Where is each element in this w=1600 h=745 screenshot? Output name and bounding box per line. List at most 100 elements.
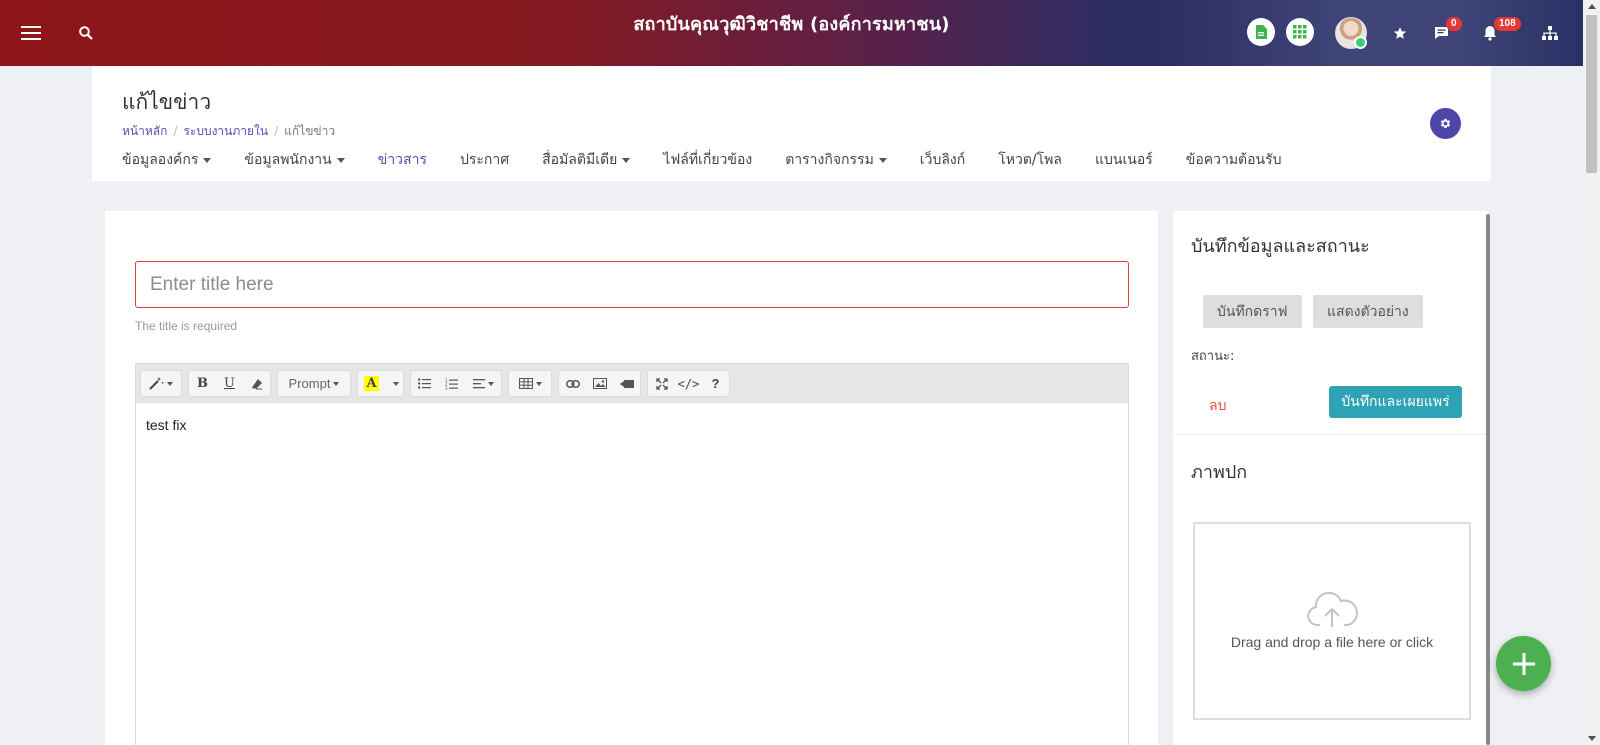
magic-wand-style-button[interactable]: [141, 371, 181, 396]
nav-item-banner[interactable]: แบนเนอร์: [1095, 149, 1153, 171]
chevron-down-icon: [392, 381, 399, 386]
toolbar-group-insert: [558, 370, 641, 397]
sidebar-scrollbar[interactable]: [1486, 214, 1490, 745]
delete-link[interactable]: ลบ: [1209, 395, 1226, 417]
title-required-message: The title is required: [135, 319, 238, 333]
nav-item-news[interactable]: ข่าวสาร: [378, 149, 427, 171]
nav-item-multimedia[interactable]: สื่อมัลติมีเดีย: [542, 149, 631, 171]
eraser-icon: [251, 378, 262, 389]
editor-toolbar: B U Prompt A 123 </> ?: [136, 364, 1128, 403]
align-left-icon: [472, 378, 485, 388]
section-nav: ข้อมูลองค์กร ข้อมูลพนักงาน ข่าวสาร ประกา…: [122, 149, 1282, 171]
news-editor-card: The title is required B U Prompt: [105, 211, 1158, 745]
notification-badge: 108: [1494, 17, 1521, 31]
ordered-list-button[interactable]: 123: [438, 371, 465, 396]
paragraph-align-dropdown[interactable]: [465, 371, 501, 396]
save-draft-button[interactable]: บันทึกดราฟ: [1203, 295, 1302, 328]
code-view-button[interactable]: </>: [675, 371, 702, 396]
fullscreen-button[interactable]: [648, 371, 675, 396]
insert-link-button[interactable]: [559, 371, 586, 396]
nav-item-vote-poll[interactable]: โหวต/โพล: [998, 149, 1062, 171]
video-icon: [619, 379, 634, 388]
chevron-down-icon: [336, 157, 345, 163]
nav-item-activity-schedule[interactable]: ตารางกิจกรรม: [785, 149, 887, 171]
toolbar-group-table: [508, 370, 552, 397]
chevron-down-icon: [487, 381, 494, 386]
chevron-down-icon: [878, 157, 887, 163]
font-family-dropdown[interactable]: Prompt: [278, 371, 350, 396]
text-color-button[interactable]: A: [358, 371, 385, 396]
apps-grid-icon[interactable]: [1286, 18, 1314, 46]
nav-item-employees[interactable]: ข้อมูลพนักงาน: [244, 149, 345, 171]
status-label: สถานะ:: [1191, 349, 1235, 364]
unordered-list-button[interactable]: [411, 371, 438, 396]
scroll-up-arrow-icon[interactable]: [1588, 4, 1596, 9]
table-dropdown-button[interactable]: [509, 371, 551, 396]
cover-image-title: ภาพปก: [1191, 462, 1248, 483]
settings-gear-button[interactable]: [1430, 108, 1461, 139]
preview-button[interactable]: แสดงตัวอย่าง: [1313, 295, 1423, 328]
publish-sidebar-card: บันทึกข้อมูลและสถานะ บันทึกดราฟ แสดงตัวอ…: [1173, 211, 1488, 745]
sitemap-icon[interactable]: [1534, 17, 1566, 49]
dropzone-instruction: Drag and drop a file here or click: [1230, 634, 1434, 650]
page-scrollbar[interactable]: [1583, 0, 1600, 745]
nav-item-related-files[interactable]: ไฟล์ที่เกี่ยวข้อง: [663, 149, 752, 171]
top-bar: สถาบันคุณวุฒิวิชาชีพ (องค์การมหาชน) 0 10…: [0, 0, 1583, 66]
breadcrumb-current: แก้ไขข่าว: [284, 124, 336, 138]
bold-button[interactable]: B: [189, 371, 216, 396]
title-input[interactable]: [135, 261, 1129, 308]
toolbar-group-view: </> ?: [647, 370, 730, 397]
breadcrumb-separator: /: [173, 124, 178, 138]
scroll-down-arrow-icon[interactable]: [1588, 736, 1596, 741]
chat-badge: 0: [1446, 17, 1462, 31]
chevron-down-icon: [167, 381, 173, 386]
chevron-down-icon: [333, 381, 340, 386]
font-color-icon: A: [364, 376, 379, 391]
star-icon[interactable]: [1384, 17, 1416, 49]
magic-wand-icon: [149, 377, 164, 390]
save-status-section-title: บันทึกข้อมูลและสถานะ: [1191, 236, 1370, 257]
toolbar-group-color: A: [357, 370, 404, 397]
breadcrumb: หน้าหลัก / ระบบงานภายใน / แก้ไขข่าว: [122, 122, 335, 141]
nav-item-web-links[interactable]: เว็บลิงก์: [920, 149, 965, 171]
underline-button[interactable]: U: [216, 371, 243, 396]
gear-icon: [1440, 118, 1451, 129]
save-and-publish-button[interactable]: บันทึกและเผยแพร่: [1329, 386, 1462, 418]
rich-text-editor: B U Prompt A 123 </> ? test fix: [135, 363, 1129, 745]
nav-item-organization[interactable]: ข้อมูลองค์กร: [122, 149, 212, 171]
nav-item-announcements[interactable]: ประกาศ: [460, 149, 509, 171]
expand-icon: [655, 377, 668, 390]
user-avatar[interactable]: [1335, 17, 1367, 49]
breadcrumb-home[interactable]: หน้าหลัก: [122, 124, 167, 138]
link-icon: [565, 379, 580, 388]
breadcrumb-separator: /: [274, 124, 279, 138]
chevron-down-icon: [622, 157, 631, 163]
numbered-list-icon: 123: [445, 378, 458, 390]
color-dropdown-button[interactable]: [385, 371, 403, 396]
nav-item-welcome-message[interactable]: ข้อความต้อนรับ: [1186, 149, 1282, 171]
svg-text:3: 3: [445, 386, 448, 390]
cloud-upload-icon: [1307, 592, 1358, 627]
toolbar-group-paragraph: 123: [410, 370, 502, 397]
toolbar-group-style: [140, 370, 182, 397]
image-icon: [592, 378, 607, 389]
scrollbar-thumb[interactable]: [1586, 15, 1597, 173]
page-header-card: แก้ไขข่าว หน้าหลัก / ระบบงานภายใน / แก้ไขข่า…: [92, 66, 1491, 181]
toolbar-group-font: B U: [188, 370, 271, 397]
editor-content-area[interactable]: test fix: [136, 403, 1128, 447]
chevron-down-icon: [535, 381, 542, 386]
insert-video-button[interactable]: [613, 371, 640, 396]
insert-image-button[interactable]: [586, 371, 613, 396]
section-divider: [1173, 434, 1488, 435]
plus-icon: [1512, 652, 1535, 675]
eraser-clear-format-button[interactable]: [243, 371, 270, 396]
page-title: แก้ไขข่าว: [122, 90, 212, 114]
online-status-dot: [1354, 36, 1367, 49]
document-app-icon[interactable]: [1247, 18, 1275, 46]
help-button[interactable]: ?: [702, 371, 729, 396]
add-floating-button[interactable]: [1496, 636, 1551, 691]
breadcrumb-internal-system[interactable]: ระบบงานภายใน: [183, 124, 268, 138]
toolbar-group-fontname: Prompt: [277, 370, 351, 397]
cover-image-dropzone[interactable]: Drag and drop a file here or click: [1193, 522, 1471, 720]
chevron-down-icon: [203, 157, 212, 163]
